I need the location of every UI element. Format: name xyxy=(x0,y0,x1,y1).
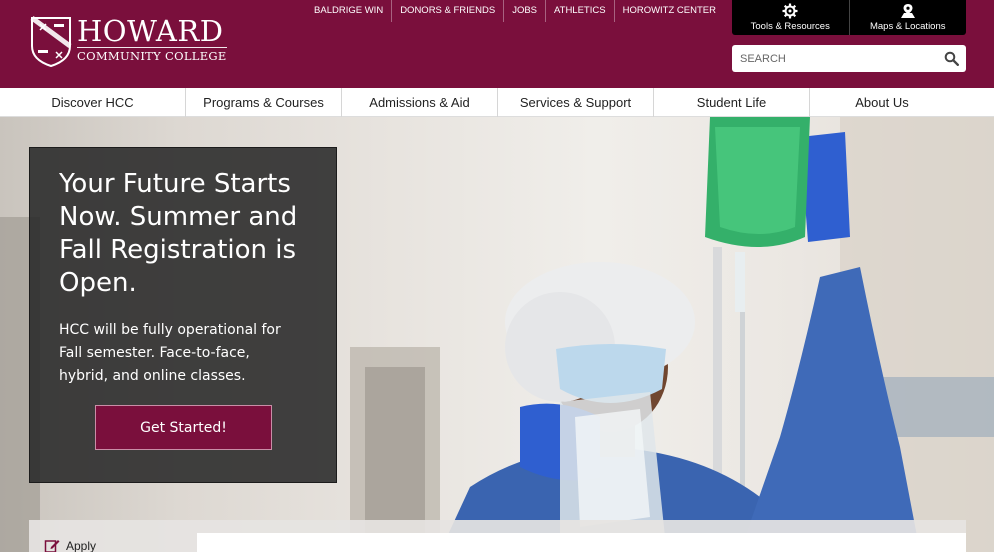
quick-links-bar: Apply xyxy=(29,520,966,552)
nav-about-us[interactable]: About Us xyxy=(810,88,954,117)
college-logo[interactable]: HOWARD COMMUNITY COLLEGE xyxy=(30,16,230,72)
top-link-baldrige[interactable]: BALDRIGE WIN xyxy=(306,0,391,22)
nav-admissions-aid[interactable]: Admissions & Aid xyxy=(342,88,498,117)
get-started-button[interactable]: Get Started! xyxy=(95,405,272,450)
logo-name-line2: COMMUNITY COLLEGE xyxy=(77,47,227,63)
search-input[interactable] xyxy=(732,45,932,72)
top-link-jobs[interactable]: JOBS xyxy=(503,0,545,22)
hero-promo-panel: Your Future Starts Now. Summer and Fall … xyxy=(29,147,337,483)
quick-links-panel xyxy=(197,533,966,552)
hero-banner: Your Future Starts Now. Summer and Fall … xyxy=(0,117,994,552)
nav-services-support[interactable]: Services & Support xyxy=(498,88,654,117)
top-link-horowitz[interactable]: HOROWITZ CENTER xyxy=(613,0,724,22)
nav-student-life[interactable]: Student Life xyxy=(654,88,810,117)
map-pin-icon xyxy=(900,4,915,18)
nav-programs-courses[interactable]: Programs & Courses xyxy=(186,88,342,117)
nav-discover-hcc[interactable]: Discover HCC xyxy=(0,88,186,117)
tools-resources-button[interactable]: Tools & Resources xyxy=(732,0,849,35)
search-box xyxy=(732,45,966,72)
shield-crest-icon xyxy=(30,16,72,68)
top-links: BALDRIGE WIN DONORS & FRIENDS JOBS ATHLE… xyxy=(306,0,724,22)
logo-name-line1: HOWARD xyxy=(77,14,224,48)
utility-bar: Tools & Resources Maps & Locations xyxy=(732,0,966,35)
tools-resources-label: Tools & Resources xyxy=(750,21,830,32)
main-nav: Discover HCC Programs & Courses Admissio… xyxy=(0,88,994,117)
maps-locations-label: Maps & Locations xyxy=(869,21,946,32)
top-link-donors[interactable]: DONORS & FRIENDS xyxy=(391,0,503,22)
hero-headline: Your Future Starts Now. Summer and Fall … xyxy=(59,169,298,298)
hero-body-text: HCC will be fully operational for Fall s… xyxy=(59,322,281,384)
top-link-athletics[interactable]: ATHLETICS xyxy=(545,0,614,22)
search-icon[interactable] xyxy=(944,51,959,66)
gear-icon xyxy=(782,3,798,19)
site-header: HOWARD COMMUNITY COLLEGE BALDRIGE WIN DO… xyxy=(0,0,994,88)
apply-label: Apply xyxy=(66,539,97,552)
apply-link[interactable]: Apply xyxy=(44,538,96,552)
maps-locations-button[interactable]: Maps & Locations xyxy=(848,0,967,35)
edit-icon xyxy=(44,540,60,552)
